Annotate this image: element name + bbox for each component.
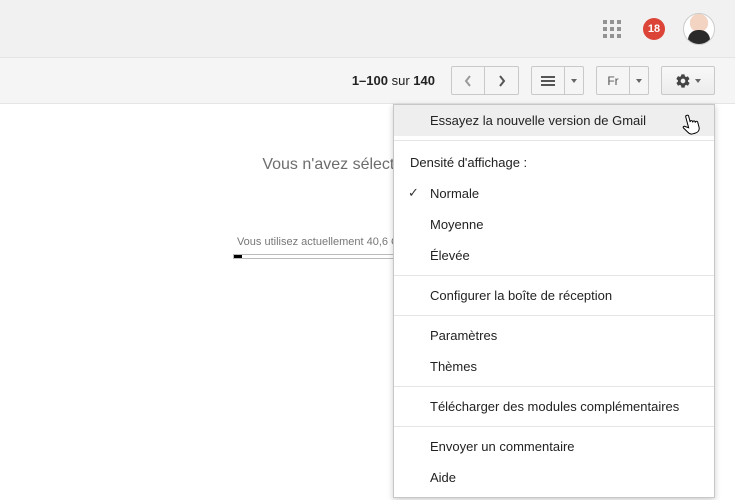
split-pane-dropdown-button[interactable]: [565, 66, 584, 95]
apps-icon[interactable]: [603, 20, 621, 38]
menu-item-themes[interactable]: Thèmes: [394, 351, 714, 382]
gear-icon: [675, 73, 691, 89]
settings-menu: Essayez la nouvelle version de Gmail Den…: [393, 104, 715, 498]
mail-toolbar: 1–100 sur 140 Fr: [0, 58, 735, 104]
input-tools-dropdown-button[interactable]: [630, 66, 649, 95]
language-label: Fr: [607, 74, 618, 88]
menu-item-settings[interactable]: Paramètres: [394, 320, 714, 351]
split-pane-control: [531, 66, 584, 95]
avatar[interactable]: [683, 13, 715, 45]
menu-item-addons[interactable]: Télécharger des modules complémentaires: [394, 391, 714, 422]
chevron-down-icon: [695, 79, 701, 83]
menu-item-density-high[interactable]: Élevée: [394, 240, 714, 271]
menu-item-help[interactable]: Aide: [394, 462, 714, 493]
menu-item-density-normal[interactable]: ✓ Normale: [394, 178, 714, 209]
chevron-right-icon: [498, 75, 506, 87]
chevron-left-icon: [464, 75, 472, 87]
split-pane-button[interactable]: [531, 66, 565, 95]
input-tools-button[interactable]: Fr: [596, 66, 630, 95]
notifications-badge[interactable]: 18: [643, 18, 665, 40]
menu-separator: [394, 275, 714, 276]
chevron-down-icon: [571, 79, 577, 83]
prev-page-button[interactable]: [451, 66, 485, 95]
menu-item-density-medium[interactable]: Moyenne: [394, 209, 714, 240]
menu-item-label: Normale: [430, 186, 479, 201]
pagination-nav: [451, 66, 519, 95]
google-bar: 18: [0, 0, 735, 58]
menu-separator: [394, 315, 714, 316]
menu-separator: [394, 386, 714, 387]
chevron-down-icon: [636, 79, 642, 83]
settings-button[interactable]: [661, 66, 715, 95]
menu-item-try-new-gmail[interactable]: Essayez la nouvelle version de Gmail: [394, 105, 714, 136]
check-icon: ✓: [408, 185, 419, 201]
menu-separator: [394, 426, 714, 427]
pagination-count: 1–100 sur 140: [352, 73, 435, 88]
input-tools-control: Fr: [596, 66, 649, 95]
menu-item-configure-inbox[interactable]: Configurer la boîte de réception: [394, 280, 714, 311]
storage-bar-fill: [234, 255, 242, 258]
menu-density-header: Densité d'affichage :: [394, 145, 714, 178]
list-icon: [541, 75, 555, 87]
next-page-button[interactable]: [485, 66, 519, 95]
menu-separator: [394, 140, 714, 141]
menu-item-feedback[interactable]: Envoyer un commentaire: [394, 431, 714, 462]
